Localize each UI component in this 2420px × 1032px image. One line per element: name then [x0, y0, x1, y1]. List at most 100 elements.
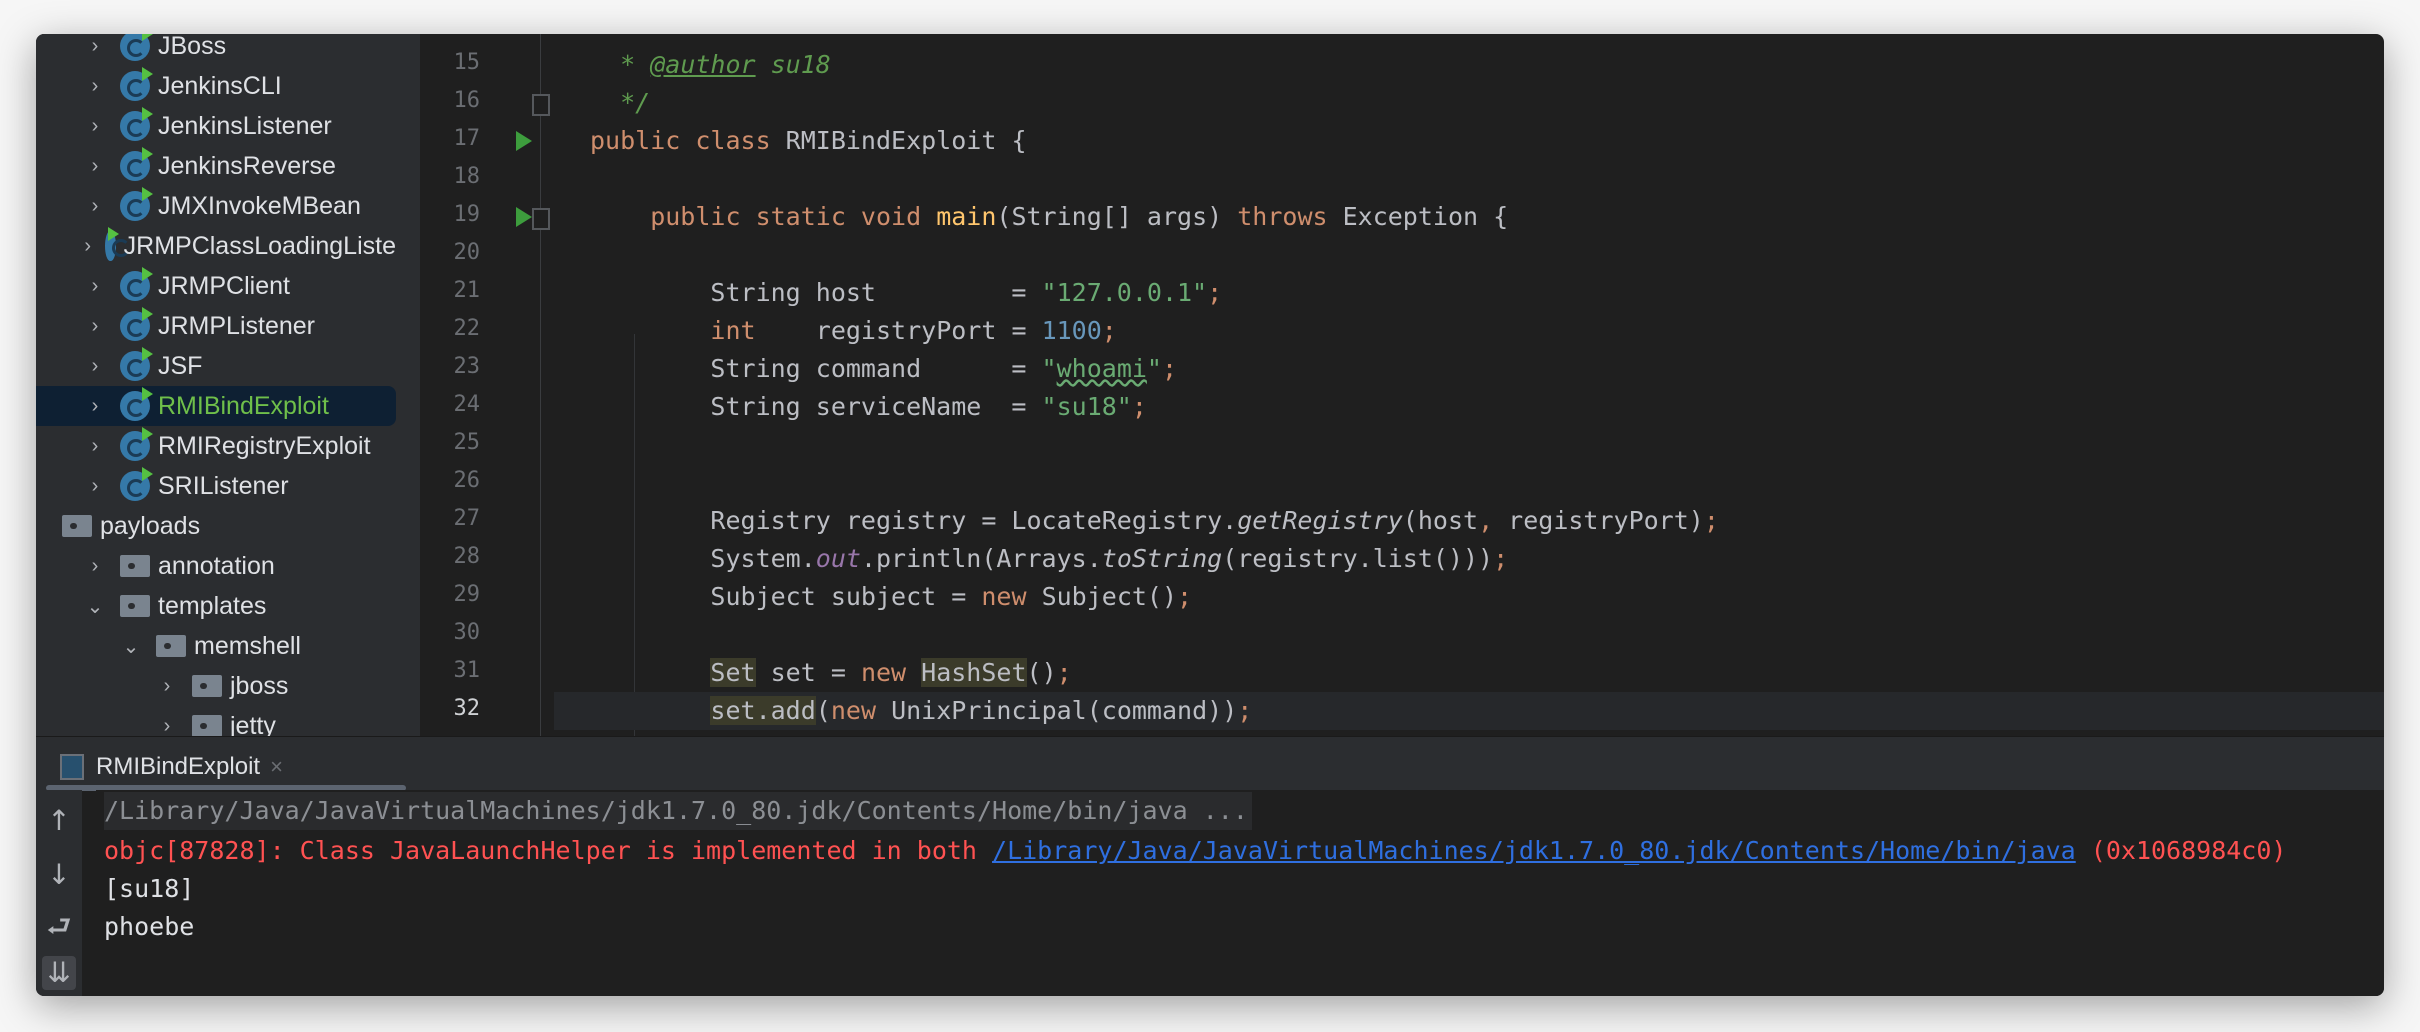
code-line[interactable]: [554, 426, 2384, 464]
code-line[interactable]: System.out.println(Arrays.toString(regis…: [554, 540, 2384, 578]
fold-icon[interactable]: [532, 208, 550, 230]
code-token: main: [936, 202, 997, 231]
code-editor[interactable]: * @author su18 */ public class RMIBindExp…: [554, 34, 2384, 736]
tree-item-label: memshell: [194, 631, 301, 660]
code-line[interactable]: [554, 236, 2384, 274]
tree-item-label: JenkinsReverse: [158, 151, 336, 180]
code-line[interactable]: public class RMIBindExploit {: [554, 122, 2384, 160]
tree-item-jboss[interactable]: › jboss: [36, 666, 396, 706]
folder-icon: [120, 595, 150, 617]
console-command-line[interactable]: /Library/Java/JavaVirtualMachines/jdk1.7…: [104, 792, 1252, 830]
soft-wrap-icon[interactable]: ⮐: [42, 910, 76, 944]
tree-item-label: SRIListener: [158, 471, 289, 500]
tree-item-templates[interactable]: ⌄ templates: [36, 586, 396, 626]
arrow-down-icon[interactable]: ↓: [42, 858, 76, 892]
tree-item-jrmpclient[interactable]: › JRMPClient: [36, 266, 396, 306]
tree-item-payloads[interactable]: payloads: [36, 506, 396, 546]
chevron-right-icon[interactable]: ›: [156, 715, 178, 737]
fold-icon[interactable]: [532, 94, 550, 116]
code-token: new: [981, 582, 1042, 611]
chevron-right-icon[interactable]: ›: [84, 395, 106, 418]
code-line[interactable]: */: [554, 84, 2384, 122]
code-line[interactable]: [554, 616, 2384, 654]
code-line[interactable]: [554, 464, 2384, 502]
chevron-right-icon[interactable]: ›: [84, 235, 91, 258]
tree-item-jrmpclassloadingliste[interactable]: › JRMPClassLoadingListe: [36, 226, 396, 266]
console-error-line: objc[87828]: Class JavaLaunchHelper is i…: [104, 832, 2286, 870]
tree-item-jsf[interactable]: › JSF: [36, 346, 396, 386]
chevron-right-icon[interactable]: ›: [84, 555, 106, 578]
line-number: 22: [453, 316, 481, 341]
chevron-right-icon[interactable]: ›: [84, 315, 106, 338]
chevron-down-icon[interactable]: ⌄: [84, 594, 106, 619]
chevron-right-icon[interactable]: ›: [84, 75, 106, 98]
chevron-right-icon[interactable]: ›: [84, 275, 106, 298]
tree-item-jetty[interactable]: › jetty: [36, 706, 396, 736]
code-token: ;: [1237, 696, 1253, 725]
chevron-right-icon[interactable]: ›: [84, 435, 106, 458]
code-token: public class: [590, 126, 786, 155]
error-text: objc[87828]: Class JavaLaunchHelper is i…: [104, 836, 993, 865]
tree-item-label: JenkinsListener: [158, 111, 332, 140]
code-token: UnixPrincipal(command)): [891, 696, 1238, 725]
line-number: 31: [453, 658, 481, 683]
tree-item-jrmplistener[interactable]: › JRMPListener: [36, 306, 396, 346]
chevron-right-icon[interactable]: ›: [84, 475, 106, 498]
error-address: (0x1068984c0): [2075, 836, 2287, 865]
line-number: 28: [453, 544, 481, 569]
tree-item-srilistener[interactable]: › SRIListener: [36, 466, 396, 506]
project-tree[interactable]: › JBoss › JenkinsCLI › JenkinsListener › Jenkin…: [36, 34, 420, 736]
code-token: ;: [1131, 392, 1147, 421]
code-line[interactable]: Set set = new HashSet();: [554, 654, 2384, 692]
code-line[interactable]: String host = "127.0.0.1";: [554, 274, 2384, 312]
tree-item-jboss[interactable]: › JBoss: [36, 34, 396, 66]
close-icon[interactable]: ×: [270, 754, 283, 780]
tree-item-annotation[interactable]: › annotation: [36, 546, 396, 586]
tree-item-rmibindexploit[interactable]: › RMIBindExploit: [36, 386, 396, 426]
arrow-up-icon[interactable]: ↑: [42, 804, 76, 838]
code-token: .println(Arrays.: [860, 544, 1102, 573]
java-class-icon: [120, 307, 153, 341]
console-output-line: phoebe: [104, 912, 195, 941]
code-line[interactable]: Subject subject = new Subject();: [554, 578, 2384, 616]
tree-item-jenkinslistener[interactable]: › JenkinsListener: [36, 106, 396, 146]
chevron-right-icon[interactable]: ›: [84, 355, 106, 378]
tree-item-rmiregistryexploit[interactable]: › RMIRegistryExploit: [36, 426, 396, 466]
console-output[interactable]: /Library/Java/JavaVirtualMachines/jdk1.7…: [96, 790, 2384, 996]
line-number: 16: [453, 88, 481, 113]
code-line[interactable]: * @author su18: [554, 46, 2384, 84]
chevron-right-icon[interactable]: ›: [156, 675, 178, 698]
code-line[interactable]: String command = "whoami";: [554, 350, 2384, 388]
tree-item-memshell[interactable]: ⌄ memshell: [36, 626, 396, 666]
chevron-down-icon[interactable]: ⌄: [120, 634, 142, 659]
code-token: @author: [650, 50, 756, 79]
chevron-right-icon[interactable]: ›: [84, 195, 106, 218]
code-line[interactable]: public static void main(String[] args) t…: [554, 198, 2384, 236]
run-icon[interactable]: [516, 131, 532, 151]
code-line[interactable]: [554, 160, 2384, 198]
code-token: ;: [1703, 506, 1719, 535]
chevron-right-icon[interactable]: ›: [84, 155, 106, 178]
tree-item-jmxinvokembean[interactable]: › JMXInvokeMBean: [36, 186, 396, 226]
tree-item-jenkinscli[interactable]: › JenkinsCLI: [36, 66, 396, 106]
run-icon[interactable]: [516, 207, 532, 227]
scroll-to-end-icon[interactable]: ⇊: [42, 956, 76, 990]
code-token: set.add: [710, 696, 816, 725]
line-number: 23: [453, 354, 481, 379]
java-class-icon: [120, 67, 153, 101]
code-line[interactable]: String serviceName = "su18";: [554, 388, 2384, 426]
chevron-right-icon[interactable]: ›: [84, 115, 106, 138]
tree-item-jenkinsreverse[interactable]: › JenkinsReverse: [36, 146, 396, 186]
code-line[interactable]: Registry registry = LocateRegistry.getRe…: [554, 502, 2384, 540]
code-token: new: [860, 658, 922, 687]
code-line[interactable]: set.add(new UnixPrincipal(command));: [554, 692, 2384, 730]
chevron-right-icon[interactable]: ›: [84, 35, 106, 58]
error-path-link[interactable]: /Library/Java/JavaVirtualMachines/jdk1.7…: [992, 836, 2076, 865]
tree-item-label: JBoss: [158, 34, 227, 60]
line-number: 25: [453, 430, 481, 455]
console-output-line: [su18]: [104, 874, 195, 903]
run-tab[interactable]: RMIBindExploit ×: [50, 745, 283, 789]
tree-item-label: jboss: [230, 671, 289, 700]
code-token: Exception {: [1342, 202, 1509, 231]
code-line[interactable]: int registryPort = 1100;: [554, 312, 2384, 350]
